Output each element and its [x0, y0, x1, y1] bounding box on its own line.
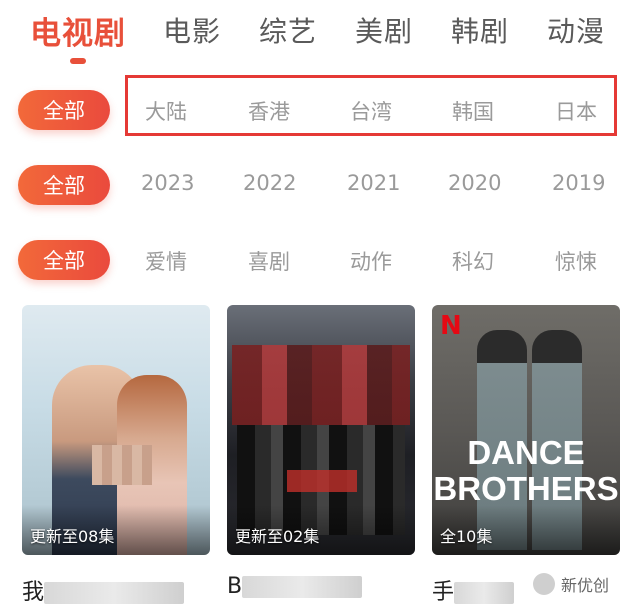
episode-badge: 全10集 — [440, 527, 493, 546]
blurred-title — [454, 582, 515, 604]
title-text: 手 — [432, 580, 455, 605]
genre-option[interactable]: 喜剧 — [248, 246, 290, 276]
year-filter-row: 全部 2023 2022 2021 2020 2019 — [0, 165, 642, 215]
tab-us-drama[interactable]: 美剧 — [355, 10, 413, 50]
active-tab-indicator — [70, 58, 86, 64]
watermark: 新优创 — [533, 572, 609, 596]
tab-movies[interactable]: 电影 — [163, 10, 221, 50]
annotation-highlight-box — [125, 75, 617, 136]
poster-title-line2: BROTHERS — [433, 470, 619, 507]
genre-option[interactable]: 爱情 — [145, 246, 187, 276]
show-title[interactable]: 我 — [22, 574, 185, 606]
tab-anime[interactable]: 动漫 — [547, 10, 605, 50]
genre-option[interactable]: 惊悚 — [555, 246, 597, 276]
episode-badge: 更新至02集 — [235, 527, 320, 546]
year-option[interactable]: 2023 — [141, 171, 194, 195]
year-option[interactable]: 2020 — [448, 171, 501, 195]
show-card[interactable]: 更新至02集 — [227, 305, 415, 555]
episode-badge: 更新至08集 — [30, 527, 115, 546]
year-all-button[interactable]: 全部 — [18, 165, 110, 205]
watermark-text: 新优创 — [561, 576, 610, 595]
genre-option[interactable]: 动作 — [350, 246, 392, 276]
show-card[interactable]: 更新至08集 — [22, 305, 210, 555]
wechat-icon — [533, 573, 555, 595]
show-title[interactable]: B — [227, 574, 363, 599]
region-all-button[interactable]: 全部 — [18, 90, 110, 130]
genre-option[interactable]: 科幻 — [452, 246, 494, 276]
genre-filter-row: 全部 爱情 喜剧 动作 科幻 惊悚 — [0, 240, 642, 290]
genre-all-button[interactable]: 全部 — [18, 240, 110, 280]
year-option[interactable]: 2022 — [243, 171, 296, 195]
year-option[interactable]: 2021 — [347, 171, 400, 195]
show-card[interactable]: N DANCE BROTHERS 全10集 — [432, 305, 620, 555]
tab-variety[interactable]: 综艺 — [259, 10, 317, 50]
netflix-logo: N — [440, 311, 462, 341]
poster-title-line1: DANCE — [467, 434, 585, 471]
tab-korean-drama[interactable]: 韩剧 — [451, 10, 509, 50]
show-title[interactable]: 手 — [432, 574, 515, 606]
tab-tv-series[interactable]: 电视剧 — [30, 8, 126, 53]
blurred-title — [242, 576, 363, 598]
year-option[interactable]: 2019 — [552, 171, 605, 195]
blurred-title — [44, 582, 185, 604]
category-tabs: 电视剧 电影 综艺 美剧 韩剧 动漫 — [0, 0, 642, 64]
title-text: 我 — [22, 580, 45, 605]
title-text: B — [227, 574, 243, 599]
